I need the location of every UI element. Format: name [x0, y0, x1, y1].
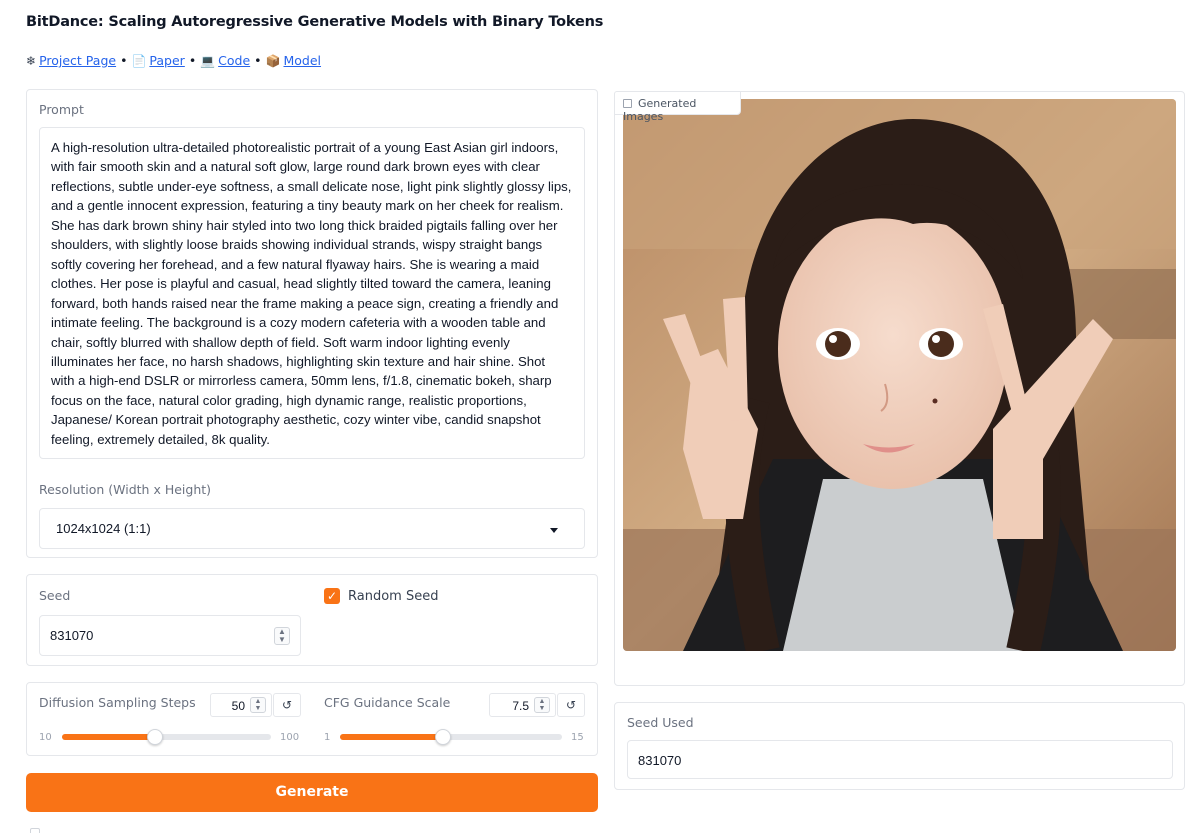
generated-image-art [623, 99, 1176, 651]
cfg-label: CFG Guidance Scale [324, 695, 451, 710]
paper-link[interactable]: Paper [149, 53, 184, 68]
cfg-min: 1 [324, 732, 331, 743]
seed-used-label: Seed Used [627, 715, 694, 730]
seed-panel: Seed 831070 ▲ ▼ ✓ Random Seed [26, 574, 598, 666]
gallery-label: Generated Images [614, 91, 741, 123]
steps-label: Diffusion Sampling Steps [39, 695, 196, 710]
prompt-textarea[interactable]: A high-resolution ultra-detailed photore… [39, 127, 585, 459]
cfg-slider-fill [340, 734, 443, 740]
image-icon [623, 99, 632, 108]
cfg-max: 15 [571, 732, 584, 743]
link-separator: • [254, 53, 262, 68]
resolution-value: 1024x1024 (1:1) [56, 521, 151, 536]
resolution-select[interactable]: 1024x1024 (1:1) [39, 508, 585, 549]
random-seed-label: Random Seed [348, 589, 439, 604]
random-seed-checkbox[interactable]: ✓ [324, 588, 340, 604]
steps-stepper[interactable]: ▲ ▼ [250, 697, 266, 713]
steps-slider-fill [62, 734, 155, 740]
generate-button[interactable]: Generate [26, 773, 598, 812]
steps-slider-thumb[interactable] [146, 729, 163, 745]
resource-links: ❄ Project Page • 📄 Paper • 💻 Code • 📦 Model [26, 53, 321, 68]
project-page-link[interactable]: Project Page [39, 53, 116, 68]
cfg-stepper[interactable]: ▲ ▼ [534, 697, 550, 713]
steps-value: 50 [231, 699, 245, 713]
steps-min: 10 [39, 732, 52, 743]
seed-used-field[interactable]: 831070 [627, 740, 1173, 779]
seed-used-panel: Seed Used 831070 [614, 702, 1185, 790]
laptop-icon: 💻 [200, 54, 216, 68]
seed-stepper[interactable]: ▲ ▼ [274, 627, 290, 645]
seed-value: 831070 [50, 628, 94, 643]
steps-number-input[interactable]: 50 ▲ ▼ [210, 693, 272, 717]
steps-slider[interactable] [62, 729, 271, 745]
steps-reset-button[interactable]: ↺ [273, 693, 301, 717]
code-link[interactable]: Code [218, 53, 250, 68]
chevron-down-icon [550, 528, 558, 533]
prompt-panel: Prompt A high-resolution ultra-detailed … [26, 89, 598, 558]
partial-checkbox[interactable] [30, 828, 40, 833]
link-separator: • [188, 53, 197, 68]
cfg-reset-button[interactable]: ↺ [557, 693, 585, 717]
steps-max: 100 [280, 732, 300, 743]
resolution-label: Resolution (Width x Height) [39, 482, 212, 497]
cfg-slider[interactable] [340, 729, 562, 745]
cfg-number-input[interactable]: 7.5 ▲ ▼ [489, 693, 556, 717]
cfg-slider-thumb[interactable] [435, 729, 451, 745]
seed-label: Seed [39, 588, 71, 603]
seed-input[interactable]: 831070 ▲ ▼ [39, 615, 301, 656]
generated-image[interactable] [623, 99, 1176, 651]
sampling-panel: Diffusion Sampling Steps 50 ▲ ▼ ↺ 10 100 … [26, 682, 598, 756]
cfg-value: 7.5 [512, 699, 529, 713]
link-separator: • [120, 53, 128, 68]
sparkle-icon: ❄ [26, 54, 37, 68]
prompt-label: Prompt [39, 102, 84, 117]
document-icon: 📄 [131, 54, 147, 68]
package-icon: 📦 [265, 54, 281, 68]
page-title: BitDance: Scaling Autoregressive Generat… [26, 14, 604, 30]
model-link[interactable]: Model [283, 53, 321, 68]
